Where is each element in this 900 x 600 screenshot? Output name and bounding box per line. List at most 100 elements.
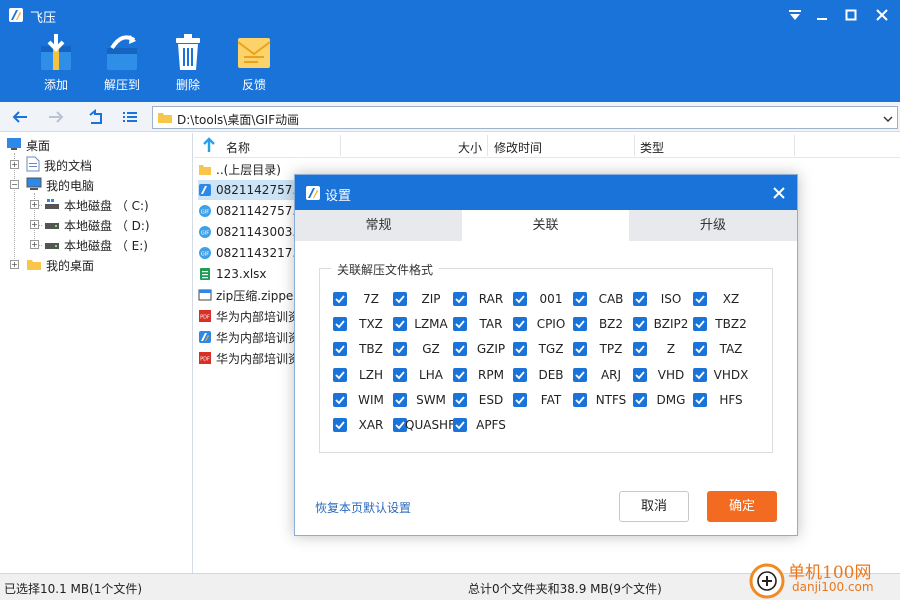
format-label: TPZ (599, 342, 623, 357)
expand-plus-icon[interactable]: + (10, 160, 19, 169)
file-row[interactable]: 123.xlsx (198, 264, 294, 284)
forward-arrow-icon[interactable] (44, 106, 68, 128)
tree-item-label: 本地磁盘 （ E:) (64, 238, 148, 253)
format-label: Z (666, 342, 676, 357)
ok-button[interactable]: 确定 (707, 491, 777, 522)
tab-association[interactable]: 关联 (462, 210, 629, 241)
file-row[interactable]: GIF 0821142757.g (198, 201, 294, 221)
format-label: ESD (478, 392, 504, 407)
file-row[interactable]: PDF 华为内部培训资 (198, 348, 294, 368)
cancel-button[interactable]: 取消 (619, 491, 689, 522)
format-label: TAR (479, 317, 503, 332)
tab-upgrade[interactable]: 升级 (629, 210, 797, 241)
minimize-icon[interactable] (808, 2, 836, 28)
watermark-logo-icon (748, 562, 786, 600)
expand-plus-icon[interactable]: + (30, 200, 39, 209)
extract-to-button[interactable]: 解压到 (92, 32, 152, 98)
tree-item-desktop[interactable]: 桌面 (6, 135, 50, 155)
format-label: XZ (722, 292, 740, 306)
app-archive-icon (198, 329, 212, 345)
top-bar: 飞压 添加 解压到 删除 反馈 (0, 0, 900, 102)
format-label: QUASHFS (405, 418, 457, 432)
format-label: VHDX (713, 367, 749, 382)
restore-defaults-link[interactable]: 恢复本页默认设置 (315, 499, 411, 516)
app-title: 飞压 (30, 11, 57, 26)
format-label: WIM (358, 392, 384, 407)
tree-item-my-desktop[interactable]: 我的桌面 (26, 255, 94, 275)
tree-item-drive-c[interactable]: 本地磁盘 （ C:) (44, 195, 149, 215)
file-row[interactable]: PDF 华为内部培训资 (198, 306, 294, 326)
app-archive-icon (198, 182, 212, 198)
collapse-minus-icon[interactable]: − (10, 180, 19, 189)
sort-up-arrow-icon[interactable] (202, 137, 216, 156)
maximize-icon[interactable] (837, 2, 865, 28)
pdf-icon: PDF (198, 350, 212, 366)
format-label: LZH (359, 367, 383, 382)
up-level-icon[interactable] (83, 106, 107, 128)
file-name: ..(上层目录) (216, 162, 281, 177)
tree-item-my-documents[interactable]: 我的文档 (26, 155, 92, 175)
file-name: 0821143217.g (216, 246, 294, 260)
pdf-icon: PDF (198, 308, 212, 324)
list-view-icon[interactable] (118, 106, 142, 128)
format-label: XAR (358, 418, 384, 432)
watermark-url: danji100.com (792, 580, 874, 594)
tree-item-my-computer[interactable]: 我的电脑 (26, 175, 94, 195)
computer-icon (26, 177, 42, 194)
watermark: 单机100网 danji100.com (748, 556, 900, 600)
app-logo-icon (8, 7, 24, 23)
expand-plus-icon[interactable]: + (30, 220, 39, 229)
format-label: CAB (598, 292, 624, 306)
dialog-header: 设置 (295, 175, 797, 210)
feedback-button[interactable]: 反馈 (224, 32, 284, 98)
delete-label: 删除 (175, 78, 200, 92)
format-label: FAT (540, 392, 562, 407)
back-arrow-icon[interactable] (8, 106, 32, 128)
file-row[interactable]: ..(上层目录) (198, 159, 294, 179)
chevron-down-icon[interactable] (883, 112, 893, 126)
title-bar: 飞压 (0, 0, 900, 30)
format-label: RAR (478, 292, 504, 306)
file-row[interactable]: zip压缩.zippe (198, 285, 294, 305)
expand-plus-icon[interactable]: + (10, 260, 19, 269)
column-size[interactable]: 大小 (458, 139, 482, 156)
extract-to-label: 解压到 (103, 78, 140, 92)
add-button[interactable]: 添加 (26, 32, 86, 98)
add-archive-icon (34, 32, 78, 72)
delete-button[interactable]: 删除 (158, 32, 218, 98)
format-label: LHA (419, 367, 443, 382)
expand-plus-icon[interactable]: + (30, 240, 39, 249)
file-name: 华为内部培训资 (216, 351, 294, 366)
close-icon[interactable] (769, 183, 789, 203)
format-label: TGZ (538, 342, 564, 357)
dropdown-menu-icon[interactable] (781, 2, 809, 28)
tree-item-drive-d[interactable]: 本地磁盘 （ D:) (44, 215, 150, 235)
file-name: 0821142757.g (216, 204, 294, 218)
dialog-title: 设置 (325, 189, 352, 204)
folder-icon (157, 110, 173, 127)
file-row[interactable]: 0821142757.7 (198, 180, 294, 200)
column-type[interactable]: 类型 (640, 139, 664, 156)
column-modified[interactable]: 修改时间 (494, 139, 542, 156)
tree-item-drive-e[interactable]: 本地磁盘 （ E:) (44, 235, 148, 255)
folder-icon (26, 257, 42, 274)
drive-icon (44, 238, 60, 253)
tab-general[interactable]: 常规 (295, 210, 462, 241)
format-label: BZIP2 (653, 317, 689, 332)
format-label: BZ2 (598, 317, 624, 332)
format-label: RPM (478, 367, 504, 382)
format-label: SWM (416, 392, 446, 407)
file-name: 0821142757.7 (216, 183, 294, 197)
file-row[interactable]: GIF 0821143003.g (198, 222, 294, 242)
format-label: TBZ2 (715, 317, 747, 332)
format-label: ZIP (421, 292, 441, 306)
file-row[interactable]: 华为内部培训资 (198, 327, 294, 347)
format-label: 7Z (363, 292, 379, 306)
column-name[interactable]: 名称 (226, 139, 250, 156)
file-row[interactable]: GIF 0821143217.g (198, 243, 294, 263)
address-bar[interactable]: D:\tools\桌面\GIF动画 (152, 106, 898, 129)
format-label: TAZ (719, 342, 743, 357)
drive-c-icon (44, 198, 60, 213)
close-icon[interactable] (868, 2, 896, 28)
column-header: 名称 大小 修改时间 类型 (194, 133, 900, 158)
